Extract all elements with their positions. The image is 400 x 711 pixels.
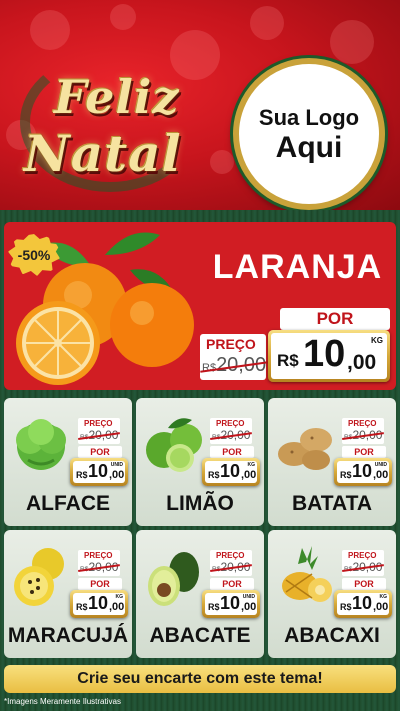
old-price-tag: PREÇOR$20,00 [78,550,121,576]
feliz-natal-headline: Feliz Natal [18,50,218,200]
product-name: ABACATE [149,624,251,647]
bokeh-light [110,4,136,30]
price-unit: UNID [110,462,123,468]
preco-label: PREÇO [84,419,113,428]
logo-text-line2: Aqui [275,130,343,164]
bokeh-light [330,20,374,64]
price-decimal: ,00 [373,469,389,481]
price-unit: UNID [374,462,387,468]
price-currency: R$ [340,602,352,612]
price-decimal: ,00 [241,601,257,613]
lettuce-icon [16,419,66,470]
product-card: PREÇOR$20,00PORR$10,00KGLIMÃO [136,398,264,526]
new-price-box: R$ 10,00 UNID [202,590,260,618]
old-price: R$20,00 [342,428,385,442]
headline-feliz: Feliz [54,70,180,124]
por-label: POR [78,578,122,590]
product-card: PREÇOR$20,00PORR$10,00UNIDALFACE [4,398,132,526]
product-name: ABACAXI [284,624,380,647]
por-label: POR [342,446,386,458]
price-unit: UNID [242,594,255,600]
featured-product-name: LARANJA [212,248,383,286]
logo-text-line1: Sua Logo [258,104,360,130]
old-price-tag: PREÇOR$20,00 [210,418,253,444]
avocado-icon [148,552,199,606]
new-price-box: R$ 10,00 KG [70,590,128,618]
preco-label: PREÇO [216,419,245,428]
headline-natal: Natal [24,124,182,183]
price-integer: 10 [303,333,346,375]
price-decimal: ,00 [373,601,389,613]
new-price-box: R$ 10,00 UNID [70,458,128,486]
disclaimer-text: *Imagens Meramente Ilustrativas [4,697,121,706]
price-currency: R$ [76,470,88,480]
price-decimal: ,00 [109,601,125,613]
old-price: R$20,00 [210,428,253,442]
old-price-tag: PREÇOR$20,00 [342,550,385,576]
preco-label: PREÇO [84,551,113,560]
price-currency: R$ [340,470,352,480]
por-label: POR [78,446,122,458]
price-currency: R$ [208,602,220,612]
price-currency: R$ [76,602,88,612]
old-price-tag: PREÇO R$20,00 [200,334,268,380]
por-label: POR [342,578,386,590]
old-price: R$20,00 [200,354,268,377]
potato-icon [278,428,332,470]
preco-label: PREÇO [216,551,245,560]
product-name: BATATA [291,492,373,515]
new-price-box: R$ 10 ,00 KG [268,330,390,382]
por-label: POR [210,446,254,458]
cta-banner[interactable]: Crie seu encarte com este tema! [4,665,396,693]
preco-label: PREÇO [348,551,377,560]
price-integer: 10 [88,461,109,481]
price-decimal: ,00 [347,351,377,374]
por-label: POR [280,308,390,330]
price-unit: KG [115,594,124,600]
new-price-box: R$ 10,00 KG [334,590,392,618]
product-card: PREÇOR$20,00PORR$10,00KGMARACUJÁ [4,530,132,658]
old-price: R$20,00 [78,428,121,442]
price-integer: 10 [220,593,241,613]
product-card: PREÇOR$20,00PORR$10,00UNIDABACATE [136,530,264,658]
old-price: R$20,00 [342,560,385,574]
price-currency: R$ [277,351,299,370]
price-decimal: ,00 [241,469,257,481]
product-card: PREÇOR$20,00PORR$10,00UNIDBATATA [268,398,396,526]
price-integer: 10 [220,461,241,481]
store-logo-placeholder: Sua Logo Aqui [233,58,385,210]
old-price: R$20,00 [78,560,121,574]
price-decimal: ,00 [109,469,125,481]
bokeh-light [30,10,70,50]
passion-fruit-icon [14,548,64,606]
old-price: R$20,00 [210,560,253,574]
bokeh-light [250,6,284,40]
old-price-tag: PREÇOR$20,00 [210,550,253,576]
price-integer: 10 [88,593,109,613]
por-label: POR [210,578,254,590]
price-unit: KG [247,462,256,468]
old-price-tag: PREÇOR$20,00 [78,418,121,444]
price-integer: 10 [352,461,373,481]
preco-label: PREÇO [206,336,256,352]
price-integer: 10 [352,593,373,613]
old-price-tag: PREÇOR$20,00 [342,418,385,444]
new-price-box: R$ 10,00 KG [202,458,260,486]
price-currency: R$ [208,470,220,480]
pineapple-icon [282,546,332,602]
product-name: MARACUJÁ [7,624,129,647]
lime-icon [146,418,202,472]
price-unit: KG [379,594,388,600]
product-name: LIMÃO [166,492,234,515]
preco-label: PREÇO [348,419,377,428]
product-name: ALFACE [26,492,110,515]
new-price-box: R$ 10,00 UNID [334,458,392,486]
price-unit: KG [371,336,383,345]
product-card: PREÇOR$20,00PORR$10,00KGABACAXI [268,530,396,658]
